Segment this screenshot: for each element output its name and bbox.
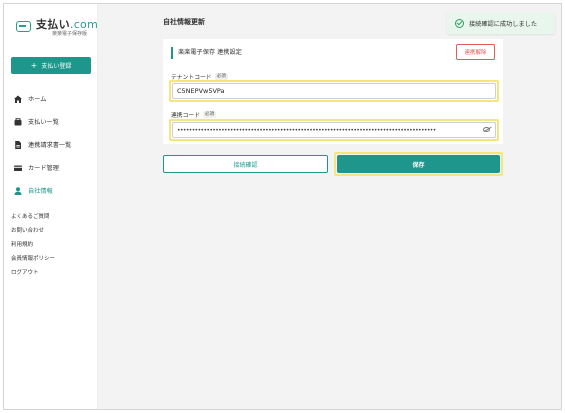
plus-icon: + (30, 60, 38, 70)
logo-text: 支払い (36, 18, 70, 31)
tenant-code-input[interactable]: C5NEPVw5VPa (172, 83, 496, 99)
main-content: 自社情報更新 接続確認に成功しました 楽楽電子保存 連携設定 連携解除 テナント… (98, 4, 561, 409)
home-icon (14, 95, 22, 103)
sidebar-item-company-info[interactable]: 自社情報 (14, 179, 71, 202)
logo-icon (16, 21, 31, 32)
app-window: 支払い.com 楽楽電子保存版 + 支払い登録 ホーム 支払い一覧 連携請求書一… (3, 3, 562, 410)
sidebar-item-label: カード管理 (28, 165, 59, 172)
link-faq[interactable]: よくあるご質問 (11, 210, 55, 224)
link-contact[interactable]: お問い合わせ (11, 224, 55, 238)
sidebar-nav: ホーム 支払い一覧 連携請求書一覧 カード管理 自社情報 (14, 87, 71, 202)
link-code-label: 連携コード 必須 (171, 110, 217, 119)
link-code-input[interactable]: ••••••••••••••••••••••••••••••••••••••••… (172, 122, 496, 138)
user-icon (14, 186, 22, 195)
link-code-label-text: 連携コード (171, 113, 200, 119)
link-terms[interactable]: 利用規約 (11, 238, 55, 252)
save-button[interactable]: 保存 (337, 155, 500, 173)
logo[interactable]: 支払い.com 楽楽電子保存版 (16, 18, 98, 38)
sidebar-item-label: ホーム (28, 96, 47, 103)
sidebar-links: よくあるご質問 お問い合わせ 利用規約 会員情報ポリシー ログアウト (11, 210, 55, 280)
required-badge: 必須 (203, 111, 217, 118)
sidebar-item-payment-list[interactable]: 支払い一覧 (14, 110, 71, 133)
document-icon (15, 140, 21, 149)
logo-subtitle: 楽楽電子保存版 (52, 31, 88, 37)
toast-message: 接続確認に成功しました (469, 20, 538, 28)
sidebar-item-label: 連携請求書一覧 (28, 142, 72, 149)
sidebar-item-label: 自社情報 (28, 188, 53, 195)
link-code-masked-value: ••••••••••••••••••••••••••••••••••••••••… (177, 126, 436, 134)
connect-check-button[interactable]: 接続確認 (163, 155, 328, 173)
register-payment-label: 支払い登録 (41, 63, 72, 70)
card-icon (14, 165, 22, 171)
link-member-policy[interactable]: 会員情報ポリシー (11, 252, 55, 266)
payment-list-icon (14, 117, 22, 125)
page-title: 自社情報更新 (163, 18, 205, 26)
success-toast: 接続確認に成功しました (447, 12, 555, 34)
sidebar-item-card-management[interactable]: カード管理 (14, 156, 71, 179)
sidebar-item-label: 支払い一覧 (28, 119, 59, 126)
required-badge: 必須 (214, 73, 228, 80)
unlink-button[interactable]: 連携解除 (456, 44, 495, 60)
check-circle-icon (455, 18, 464, 28)
tenant-code-value: C5NEPVw5VPa (177, 87, 225, 95)
eye-off-icon[interactable] (483, 127, 490, 132)
integration-settings-card: 楽楽電子保存 連携設定 連携解除 テナントコード 必須 C5NEPVw5VPa … (163, 39, 503, 144)
register-payment-button[interactable]: + 支払い登録 (11, 57, 91, 74)
link-logout[interactable]: ログアウト (11, 266, 55, 280)
sidebar-item-home[interactable]: ホーム (14, 87, 71, 110)
sidebar: 支払い.com 楽楽電子保存版 + 支払い登録 ホーム 支払い一覧 連携請求書一… (4, 4, 98, 409)
logo-dot: .com (69, 18, 99, 31)
section-title: 楽楽電子保存 連携設定 (171, 47, 242, 59)
sidebar-item-linked-invoices[interactable]: 連携請求書一覧 (14, 133, 71, 156)
